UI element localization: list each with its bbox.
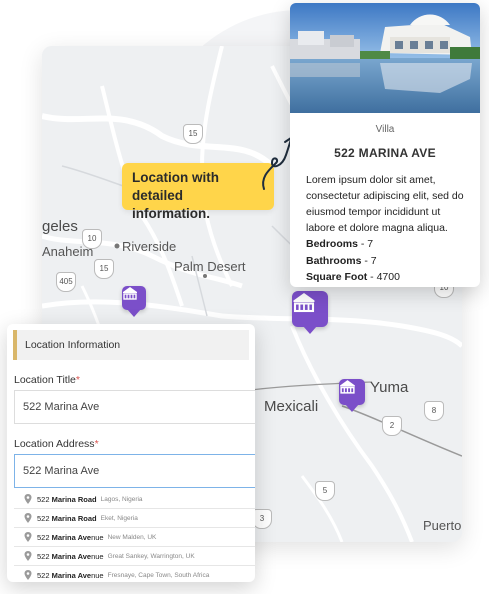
- map-label-yuma: Yuma: [370, 379, 409, 396]
- highway-shield: 3: [252, 509, 272, 529]
- suggestion-item[interactable]: 522 Marina Road Eket, Nigeria: [14, 509, 255, 528]
- suggestion-item[interactable]: 522 Marina Avenue New Malden, UK: [14, 528, 255, 547]
- location-form: Location Information Location Title* 522…: [7, 324, 255, 582]
- location-address-input[interactable]: 522 Marina Ave: [14, 454, 255, 488]
- map-label-puerto: Puerto: [423, 518, 462, 533]
- map-pin-icon: [24, 494, 32, 504]
- highway-shield: 15: [94, 259, 114, 279]
- location-address-label: Location Address*: [14, 438, 99, 450]
- highway-shield: 10: [82, 229, 102, 249]
- property-title: 522 MARINA AVE: [334, 146, 436, 160]
- highway-shield: 8: [424, 401, 444, 421]
- form-header: Location Information: [13, 330, 249, 360]
- feature-bedrooms: Bedrooms - 7: [306, 238, 374, 250]
- property-description: Lorem ipsum dolor sit amet, consectetur …: [306, 174, 464, 234]
- property-card[interactable]: Villa 522 MARINA AVE Lorem ipsum dolor s…: [290, 3, 480, 287]
- highway-shield: 5: [315, 481, 335, 501]
- feature-bathrooms: Bathrooms - 7: [306, 254, 377, 267]
- suggestion-item[interactable]: 522 Marina Avenue Great Sankey, Warringt…: [14, 547, 255, 566]
- location-title-input[interactable]: 522 Marina Ave: [14, 390, 255, 424]
- map-label-angeles: geles: [42, 218, 78, 235]
- location-callout: Location with detailed information.: [122, 163, 274, 221]
- highway-shield: 405: [56, 272, 76, 292]
- house-pin-icon[interactable]: [122, 286, 146, 317]
- map-pin-icon: [24, 513, 32, 523]
- property-type: Villa: [375, 124, 395, 135]
- map-pin-icon: [24, 551, 32, 561]
- highway-shield: 2: [382, 416, 402, 436]
- map-label-riverside: Riverside: [122, 239, 177, 254]
- suggestion-item[interactable]: 522 Marina Road Lagos, Nigeria: [14, 490, 255, 509]
- feature-square-foot: Square Foot - 4700: [306, 271, 400, 283]
- callout-line-1: Location with: [132, 170, 219, 185]
- map-label-palm-desert: Palm Desert: [174, 259, 246, 274]
- suggestion-item[interactable]: 522 Marina Avenue Fresnaye, Cape Town, S…: [14, 566, 255, 582]
- address-suggestions: 522 Marina Road Lagos, Nigeria 522 Marin…: [14, 490, 255, 582]
- map-pin-icon: [24, 570, 32, 580]
- house-pin-icon[interactable]: [339, 379, 365, 412]
- property-photo: [290, 3, 480, 113]
- callout-line-2: detailed information.: [132, 188, 210, 221]
- location-title-label: Location Title*: [14, 374, 80, 386]
- house-pin-icon[interactable]: [292, 291, 328, 334]
- map-label-mexicali: Mexicali: [264, 398, 319, 415]
- map-pin-icon: [24, 532, 32, 542]
- highway-shield: 15: [183, 124, 203, 144]
